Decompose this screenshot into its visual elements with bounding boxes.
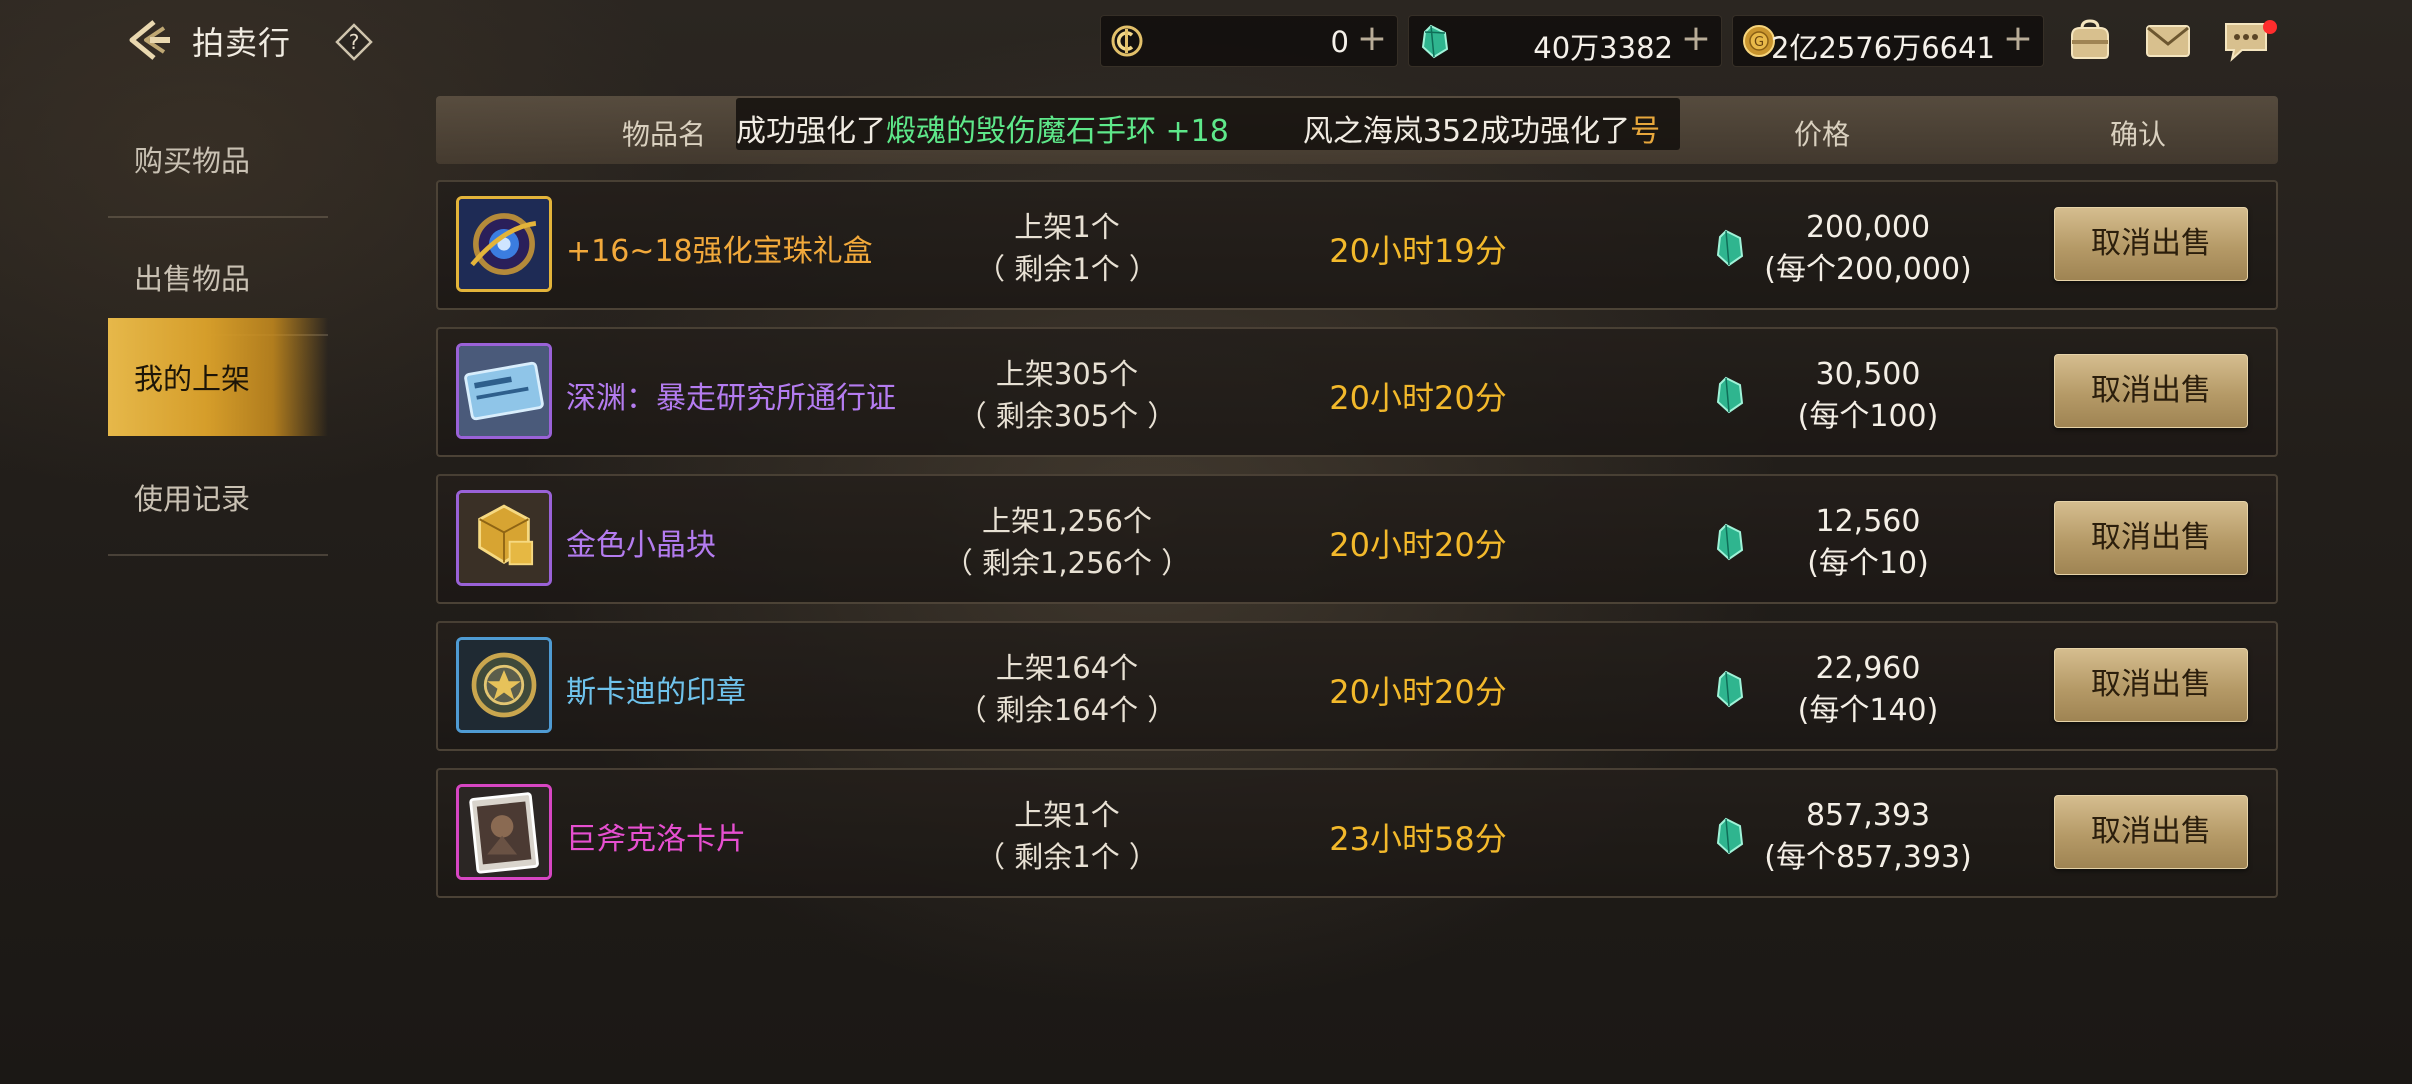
listing-row: 斯卡迪的印章 上架164个 （ 剩余164个 ） 20小时20分 22,960 … bbox=[436, 621, 2278, 751]
listed-quantity: 上架1,256个 bbox=[981, 504, 1153, 538]
price-each: (每个10) bbox=[1807, 546, 1929, 581]
currency-value: 40万3382 bbox=[1533, 31, 1673, 65]
price-total: 30,500 bbox=[1815, 357, 1921, 392]
add-currency-button[interactable]: + bbox=[1681, 19, 1711, 59]
sidebar-item-label: 出售物品 bbox=[134, 262, 251, 296]
broadcast-ticker: 成功强化了煅魂的毁伤魔石手环 +18 风之海岚352成功强化了号 bbox=[736, 98, 1680, 150]
listed-quantity: 上架1个 bbox=[1014, 210, 1120, 244]
remaining-quantity: （ 剩余1个 ） bbox=[976, 252, 1158, 286]
cancel-sale-button[interactable]: 取消出售 bbox=[2054, 354, 2248, 428]
skadi-seal-icon bbox=[456, 637, 552, 733]
cancel-sale-button[interactable]: 取消出售 bbox=[2054, 207, 2248, 281]
notification-dot bbox=[2263, 20, 2277, 34]
cancel-sale-button[interactable]: 取消出售 bbox=[2054, 648, 2248, 722]
ticker-item: 煅魂的毁伤魔石手环 +18 bbox=[886, 114, 1229, 149]
item-name: 巨斧克洛卡片 bbox=[566, 822, 746, 857]
currency-green-gem: 40万3382 + bbox=[1408, 15, 1722, 67]
ticker-item: 号 bbox=[1630, 114, 1661, 149]
page-title: 拍卖行 bbox=[192, 24, 292, 62]
gold-crystal-icon bbox=[456, 490, 552, 586]
sidebar-item-my-listings[interactable]: 我的上架 bbox=[108, 318, 328, 436]
svg-text:?: ? bbox=[349, 30, 360, 54]
column-header-name: 物品名 bbox=[622, 118, 707, 151]
item-name: +16~18强化宝珠礼盒 bbox=[566, 234, 873, 269]
svg-text:G: G bbox=[1754, 35, 1764, 50]
price-total: 857,393 bbox=[1805, 798, 1931, 833]
sidebar-item-history[interactable]: 使用记录 bbox=[108, 438, 328, 556]
price-each: (每个200,000) bbox=[1764, 252, 1972, 287]
sidebar-item-label: 购买物品 bbox=[134, 144, 251, 178]
listed-quantity: 上架305个 bbox=[995, 357, 1139, 391]
remaining-quantity: （ 剩余305个 ） bbox=[957, 399, 1177, 433]
listed-quantity: 上架164个 bbox=[995, 651, 1139, 685]
price-each: (每个857,393) bbox=[1764, 840, 1972, 875]
remaining-quantity: （ 剩余1,256个 ） bbox=[943, 546, 1191, 580]
back-arrow-icon[interactable] bbox=[124, 14, 176, 66]
listed-quantity: 上架1个 bbox=[1014, 798, 1120, 832]
ticker-prefix: 成功强化了 bbox=[736, 114, 886, 149]
sidebar-item-label: 使用记录 bbox=[134, 482, 251, 516]
help-icon[interactable]: ? bbox=[334, 22, 374, 62]
cancel-sale-button[interactable]: 取消出售 bbox=[2054, 795, 2248, 869]
column-header-price: 价格 bbox=[1794, 118, 1851, 151]
item-name: 深渊：暴走研究所通行证 bbox=[566, 381, 896, 416]
ticker-prefix: 风之海岚352成功强化了 bbox=[1302, 114, 1631, 149]
add-currency-button[interactable]: + bbox=[1357, 19, 1387, 59]
time-remaining: 20小时20分 bbox=[1329, 526, 1507, 564]
green-gem-icon bbox=[1417, 23, 1453, 59]
time-remaining: 20小时19分 bbox=[1329, 232, 1507, 270]
listing-row: 巨斧克洛卡片 上架1个 （ 剩余1个 ） 23小时58分 857,393 (每个… bbox=[436, 768, 2278, 898]
listing-row: 深渊：暴走研究所通行证 上架305个 （ 剩余305个 ） 20小时20分 30… bbox=[436, 327, 2278, 457]
c-coin-icon bbox=[1109, 23, 1145, 59]
listing-row: +16~18强化宝珠礼盒 上架1个 （ 剩余1个 ） 20小时19分 200,0… bbox=[436, 180, 2278, 310]
currency-value: 0 bbox=[1330, 25, 1349, 59]
item-name: 斯卡迪的印章 bbox=[566, 675, 746, 710]
time-remaining: 23小时58分 bbox=[1329, 820, 1507, 858]
mail-icon[interactable] bbox=[2142, 14, 2194, 66]
currency-gold-coin: G 2亿2576万6641 + bbox=[1732, 15, 2044, 67]
card-icon bbox=[456, 784, 552, 880]
listing-row: 金色小晶块 上架1,256个 （ 剩余1,256个 ） 20小时20分 12,5… bbox=[436, 474, 2278, 604]
column-header-confirm: 确认 bbox=[2110, 118, 2167, 151]
sidebar-item-buy[interactable]: 购买物品 bbox=[108, 100, 328, 218]
currency-value: 2亿2576万6641 bbox=[1770, 31, 1995, 65]
price-total: 200,000 bbox=[1805, 210, 1931, 245]
price-each: (每个140) bbox=[1797, 693, 1939, 728]
top-bar: 拍卖行 ? 0 + 40万3382 + G 2亿2576万6641 + bbox=[0, 0, 2412, 80]
cancel-sale-button[interactable]: 取消出售 bbox=[2054, 501, 2248, 575]
price-total: 12,560 bbox=[1815, 504, 1921, 539]
sidebar-item-label: 我的上架 bbox=[134, 362, 251, 396]
currency-c-coin: 0 + bbox=[1100, 15, 1398, 67]
ticker-text: 成功强化了煅魂的毁伤魔石手环 +18 风之海岚352成功强化了号 bbox=[736, 106, 1660, 150]
bag-icon[interactable] bbox=[2064, 14, 2116, 66]
time-remaining: 20小时20分 bbox=[1329, 379, 1507, 417]
time-remaining: 20小时20分 bbox=[1329, 673, 1507, 711]
gem-orb-box-icon bbox=[456, 196, 552, 292]
pass-ticket-icon bbox=[456, 343, 552, 439]
price-each: (每个100) bbox=[1797, 399, 1939, 434]
remaining-quantity: （ 剩余1个 ） bbox=[976, 840, 1158, 874]
remaining-quantity: （ 剩余164个 ） bbox=[957, 693, 1177, 727]
add-currency-button[interactable]: + bbox=[2003, 19, 2033, 59]
item-name: 金色小晶块 bbox=[566, 528, 716, 563]
price-total: 22,960 bbox=[1815, 651, 1921, 686]
divider bbox=[108, 554, 328, 556]
